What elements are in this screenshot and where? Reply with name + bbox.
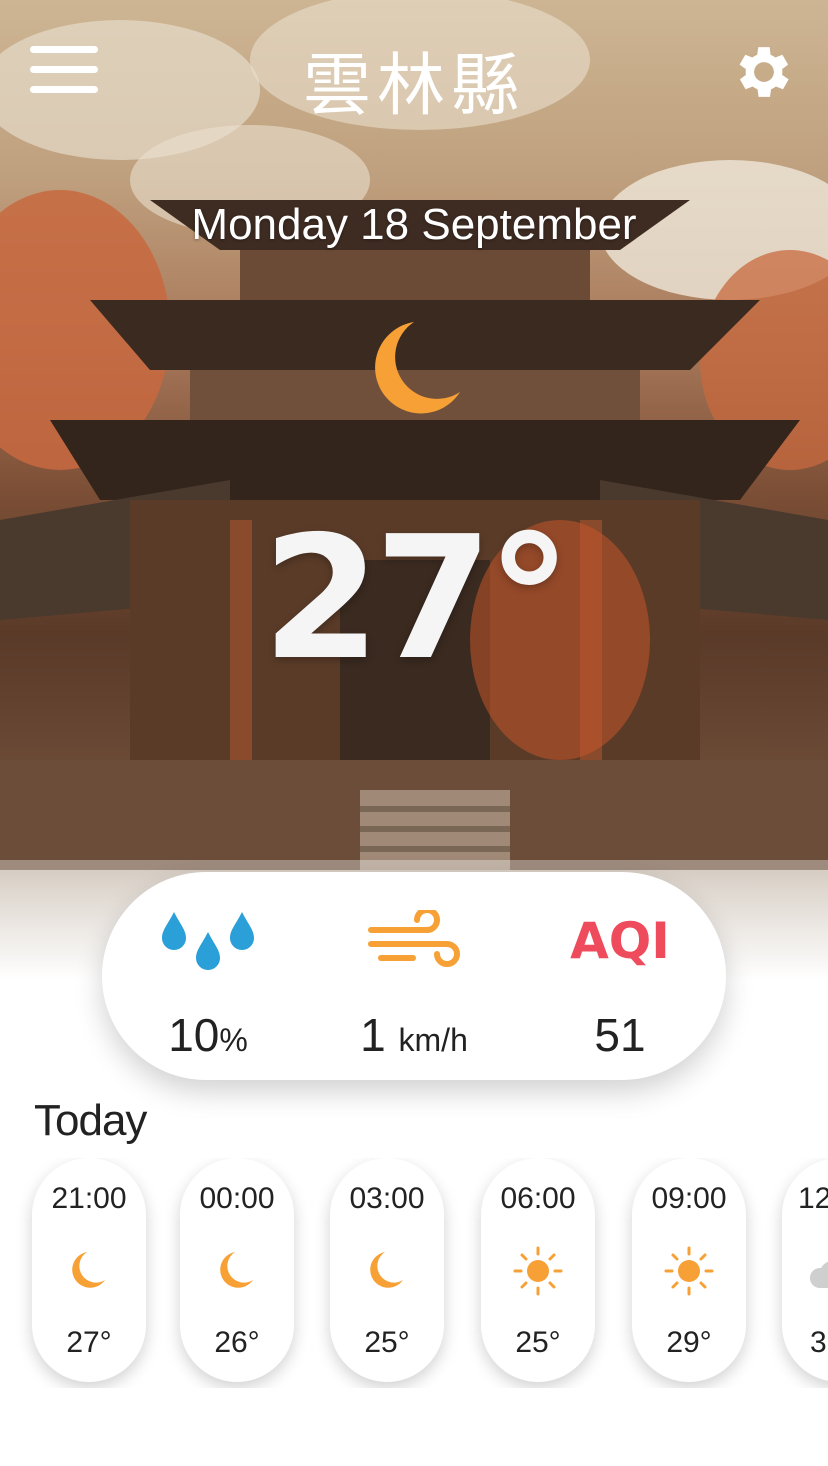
hourly-forecast-strip[interactable]: 21:00 27° 00:00 26° 03:00 25° 06:00 25° …: [0, 1158, 828, 1388]
hour-temp: 3: [810, 1326, 827, 1359]
hourly-card[interactable]: 06:00 25°: [481, 1158, 595, 1382]
precipitation-value: 10%: [108, 1008, 308, 1062]
aqi-label: AQI: [570, 912, 670, 970]
aqi-value: 51: [594, 1009, 646, 1061]
hour-temp: 29°: [666, 1326, 712, 1359]
hour-time: 06:00: [500, 1182, 576, 1215]
moon-icon: [220, 1252, 253, 1288]
hourly-card[interactable]: 12 3: [782, 1158, 828, 1382]
hourly-card[interactable]: 03:00 25°: [330, 1158, 444, 1382]
current-date: Monday 18 September: [191, 200, 637, 249]
hour-temp: 25°: [364, 1326, 410, 1359]
city-title: 雲林縣: [302, 47, 525, 126]
wind-number: 1: [360, 1009, 386, 1061]
moon-icon: [72, 1252, 105, 1288]
sun-icon: [513, 1246, 563, 1296]
hourly-card[interactable]: 09:00 29°: [632, 1158, 746, 1382]
current-temperature: 27°: [262, 500, 572, 698]
precipitation-number: 10: [168, 1009, 220, 1061]
today-heading: Today: [34, 1096, 147, 1145]
precipitation-stat: 10%: [108, 872, 308, 1080]
wind-unit: km/h: [398, 1022, 468, 1058]
hour-time: 03:00: [349, 1182, 425, 1215]
sun-icon: [664, 1246, 714, 1296]
moon-icon: [375, 322, 460, 414]
hero-background: 雲林縣 Monday 18 September 27°: [0, 0, 828, 980]
cloud-icon: [810, 1261, 828, 1288]
conditions-card: 10% 1 km/h AQI 51: [102, 872, 726, 1080]
moon-icon: [370, 1252, 403, 1288]
aqi-stat: AQI 51: [520, 872, 720, 1080]
hour-temp: 26°: [214, 1326, 260, 1359]
hour-time: 09:00: [651, 1182, 727, 1215]
wind-stat: 1 km/h: [314, 872, 514, 1080]
hourly-card[interactable]: 21:00 27°: [32, 1158, 146, 1382]
hour-time: 00:00: [199, 1182, 275, 1215]
hour-temp: 25°: [515, 1326, 561, 1359]
hour-time: 21:00: [51, 1182, 127, 1215]
hour-time: 12: [798, 1182, 828, 1215]
precipitation-unit: %: [219, 1022, 248, 1058]
raindrops-icon: [162, 912, 254, 970]
gear-icon[interactable]: [730, 38, 798, 106]
hour-temp: 27°: [66, 1326, 112, 1359]
wind-value: 1 km/h: [314, 1008, 514, 1062]
temple-illustration: [0, 0, 828, 980]
hourly-card[interactable]: 00:00 26°: [180, 1158, 294, 1382]
wind-icon: [368, 910, 460, 967]
